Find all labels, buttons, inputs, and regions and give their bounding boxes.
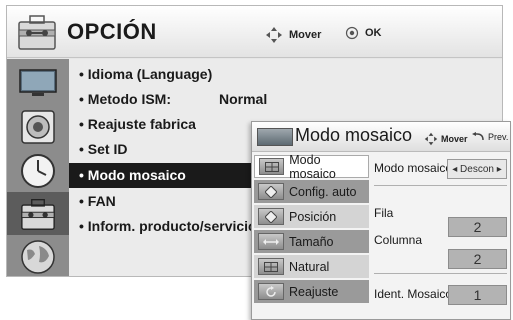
move-hint-label: Mover [289,29,322,41]
tile-id-label: Ident. Mosaico [374,287,453,301]
row-value-field[interactable]: 2 [448,217,507,237]
menu-item-label: • Modo mosaico [79,167,186,183]
submenu-item-label: Tamaño [289,234,334,249]
category-sidebar [7,59,69,276]
clock-icon [21,153,55,188]
sidebar-item-picture[interactable] [7,61,69,104]
row-label: Fila [374,206,394,220]
menu-item-label: • Idioma (Language) [79,66,213,82]
globe-icon [21,239,55,274]
sidebar-item-audio[interactable] [7,105,69,148]
tile-id-field[interactable]: 1 [448,285,507,305]
submenu-item-auto-config[interactable]: Config. auto [254,180,369,203]
sidebar-item-network[interactable] [7,235,69,276]
menu-item-label: • Metodo ISM: [79,91,171,107]
divider [374,273,507,274]
menu-header: OPCIÓN Mover OK [7,6,502,58]
column-label: Columna [374,233,423,247]
submenu-item-size[interactable]: Tamaño [254,230,369,253]
popup-prev-hint: Prev. [471,132,508,142]
submenu-item-natural[interactable]: Natural [254,255,369,278]
submenu-item-label: Config. auto [289,184,357,199]
popup-prev-label: Prev. [488,132,509,142]
diamond-icon [258,208,284,225]
reset-icon [258,283,284,300]
popup-title: Modo mosaico [295,125,413,145]
move-hint: Mover [265,26,321,44]
directional-pad-icon [424,132,438,146]
submenu-item-label: Posición [289,209,337,224]
divider [374,185,507,186]
tile-mode-label: Modo mosaico [374,161,453,175]
menu-item-label: • FAN [79,193,116,209]
sidebar-item-option[interactable] [7,192,69,235]
popup-header: Modo mosaico Mover Prev. [252,122,510,152]
sidebar-item-time[interactable] [7,149,69,192]
page-title: OPCIÓN [67,19,157,44]
diamond-icon [258,183,284,200]
grid-icon [259,158,285,175]
tile-mode-selector[interactable]: ◂ Descon ▸ [447,159,507,179]
submenu-item-position[interactable]: Posición [254,205,369,228]
submenu-item-reset[interactable]: Reajuste [254,280,369,303]
arrows-horizontal-icon [258,233,284,250]
tile-settings-panel: Modo mosaico ◂ Descon ▸ Fila 2 Columna 2… [371,153,512,320]
directional-pad-icon [266,27,282,43]
submenu-item-label: Natural [289,259,330,274]
toolbox-icon [21,198,55,230]
menu-item-label: • Set ID [79,141,128,157]
menu-item-label: • Reajuste fabrica [79,116,196,132]
tile-mode-popup: Modo mosaico Mover Prev. Modo mosaico Co… [251,121,511,320]
tile-submenu-list: Modo mosaico Config. auto Posición Tamañ… [252,153,369,320]
popup-move-hint: Mover [424,132,468,146]
menu-item-label: • Inform. producto/servicio [79,218,257,234]
menu-item-language[interactable]: • Idioma (Language) [69,62,502,87]
grid-icon [258,258,284,275]
submenu-item-tile-mode[interactable]: Modo mosaico [254,152,369,181]
tile-wall-icon [257,128,293,146]
menu-item-ism-method[interactable]: • Metodo ISM: Normal [69,87,502,112]
toolbox-icon [18,15,56,50]
monitor-icon [19,68,57,96]
ok-hint-label: OK [365,27,382,39]
speaker-icon [21,109,55,144]
column-value-field[interactable]: 2 [448,249,507,269]
submenu-item-label: Reajuste [289,284,339,299]
back-arrow-icon [472,132,484,141]
menu-item-value: Normal [219,91,268,107]
ok-button-icon [345,26,359,40]
submenu-item-label: Modo mosaico [289,152,336,181]
popup-move-label: Mover [441,134,468,144]
ok-hint: OK [345,26,382,40]
